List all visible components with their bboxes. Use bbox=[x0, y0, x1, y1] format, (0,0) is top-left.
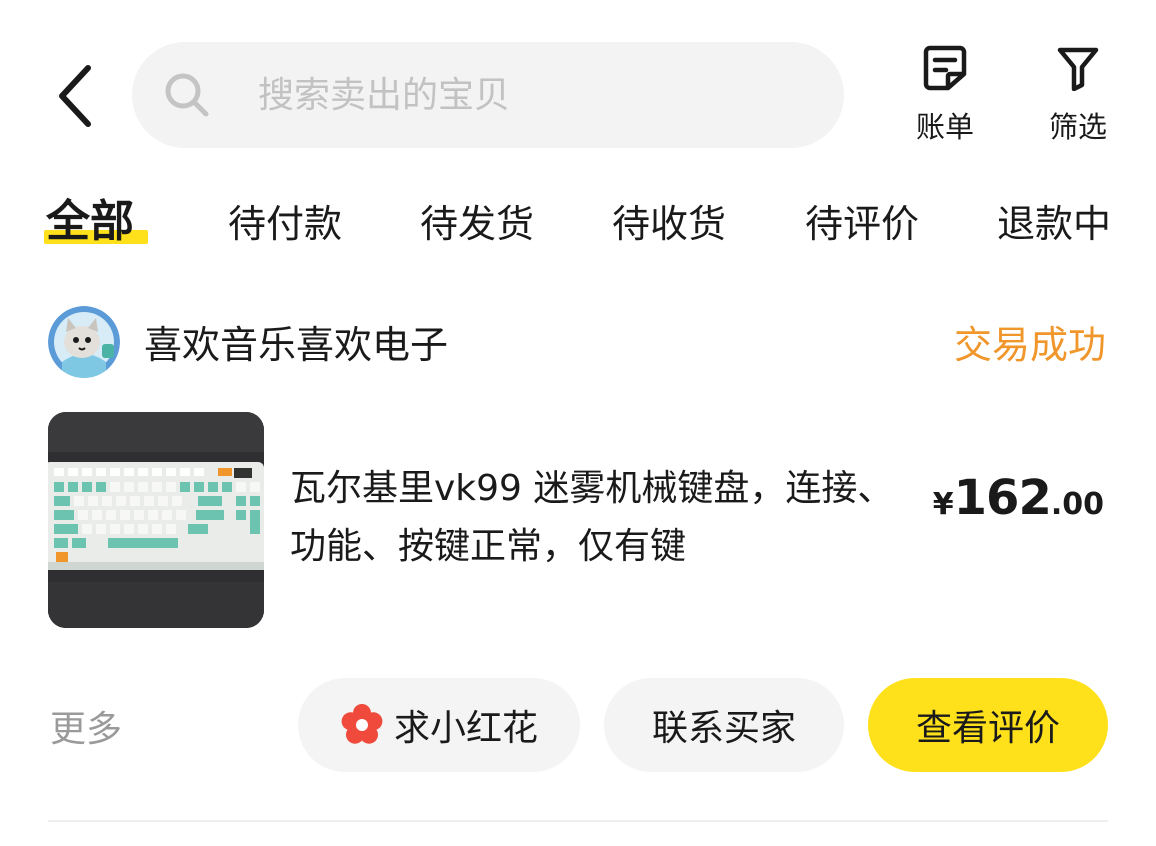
order-tabs: 全部 待付款 待发货 待收货 待评价 退款中 bbox=[0, 190, 1156, 260]
item-thumbnail[interactable] bbox=[48, 412, 264, 628]
search-bar[interactable] bbox=[132, 42, 844, 148]
card-divider bbox=[48, 820, 1108, 822]
tab-pending-receipt[interactable]: 待收货 bbox=[612, 192, 726, 256]
tab-refunding[interactable]: 退款中 bbox=[997, 192, 1111, 256]
seller-name[interactable]: 喜欢音乐喜欢电子 bbox=[144, 314, 448, 369]
filter-button[interactable]: 筛选 bbox=[1033, 42, 1123, 146]
view-review-label: 查看评价 bbox=[915, 708, 1060, 749]
tab-pending-payment[interactable]: 待付款 bbox=[228, 192, 342, 256]
price-currency: ¥ bbox=[932, 487, 954, 522]
bill-icon bbox=[919, 42, 971, 94]
search-icon bbox=[164, 72, 210, 118]
tab-all[interactable]: 全部 bbox=[46, 190, 134, 254]
search-input[interactable] bbox=[258, 74, 778, 116]
price-integer: 162 bbox=[953, 470, 1052, 526]
price-decimal: .00 bbox=[1050, 487, 1104, 522]
flower-icon bbox=[341, 704, 383, 744]
item-title[interactable]: 瓦尔基里vk99 迷雾机械键盘，连接、功能、按键正常，仅有键 bbox=[290, 460, 910, 576]
bill-button[interactable]: 账单 bbox=[900, 42, 990, 146]
more-button[interactable]: 更多 bbox=[50, 700, 122, 752]
filter-label: 筛选 bbox=[1048, 110, 1107, 144]
tab-pending-shipment[interactable]: 待发货 bbox=[420, 192, 534, 256]
avatar[interactable] bbox=[48, 306, 120, 378]
contact-buyer-label: 联系买家 bbox=[651, 708, 796, 749]
order-status: 交易成功 bbox=[953, 323, 1106, 367]
seller-row: 喜欢音乐喜欢电子 交易成功 bbox=[48, 304, 1108, 380]
filter-icon bbox=[1052, 42, 1104, 94]
view-review-button[interactable]: 查看评价 bbox=[868, 678, 1108, 772]
tab-pending-review[interactable]: 待评价 bbox=[805, 192, 919, 256]
chevron-left-icon bbox=[59, 65, 91, 127]
bill-label: 账单 bbox=[915, 110, 974, 144]
request-flower-button[interactable]: 求小红花 bbox=[298, 678, 580, 772]
item-price: ¥162.00 bbox=[933, 470, 1104, 526]
sold-orders-page: 账单 筛选 全部 待付款 待发货 待收货 待评价 退款中 bbox=[0, 0, 1156, 846]
request-flower-label: 求小红花 bbox=[393, 708, 538, 749]
back-button[interactable] bbox=[48, 58, 104, 134]
contact-buyer-button[interactable]: 联系买家 bbox=[604, 678, 844, 772]
